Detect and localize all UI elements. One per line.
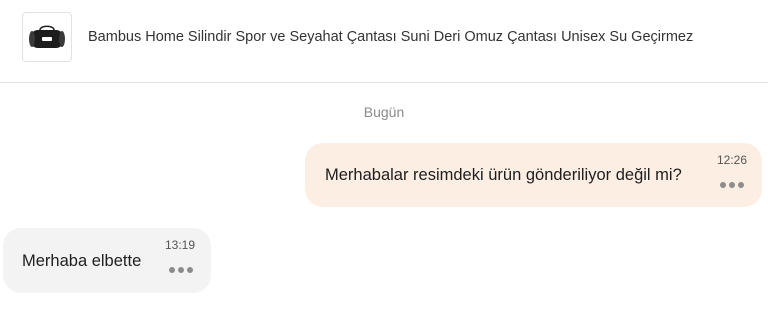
more-options-icon[interactable] [720,182,744,188]
product-image[interactable] [22,12,72,62]
dot-icon [169,267,175,273]
more-options-icon[interactable] [169,267,193,273]
message-text: Merhaba elbette [22,252,142,270]
date-separator: Bugün [363,104,405,120]
dot-icon [738,182,744,188]
dot-icon [729,182,735,188]
product-title[interactable]: Bambus Home Silindir Spor ve Seyahat Çan… [88,29,693,45]
message-time: 12:26 [716,153,747,167]
dot-icon [187,267,193,273]
duffel-bag-icon [29,25,65,48]
product-header: Bambus Home Silindir Spor ve Seyahat Çan… [0,0,768,83]
outgoing-message: 12:26 Merhabalar resimdeki ürün gönderil… [305,143,762,207]
message-time: 13:19 [164,238,195,252]
dot-icon [178,267,184,273]
message-text: Merhabalar resimdeki ürün gönderiliyor d… [325,166,682,184]
incoming-message: 13:19 Merhaba elbette [3,228,211,293]
dot-icon [720,182,726,188]
